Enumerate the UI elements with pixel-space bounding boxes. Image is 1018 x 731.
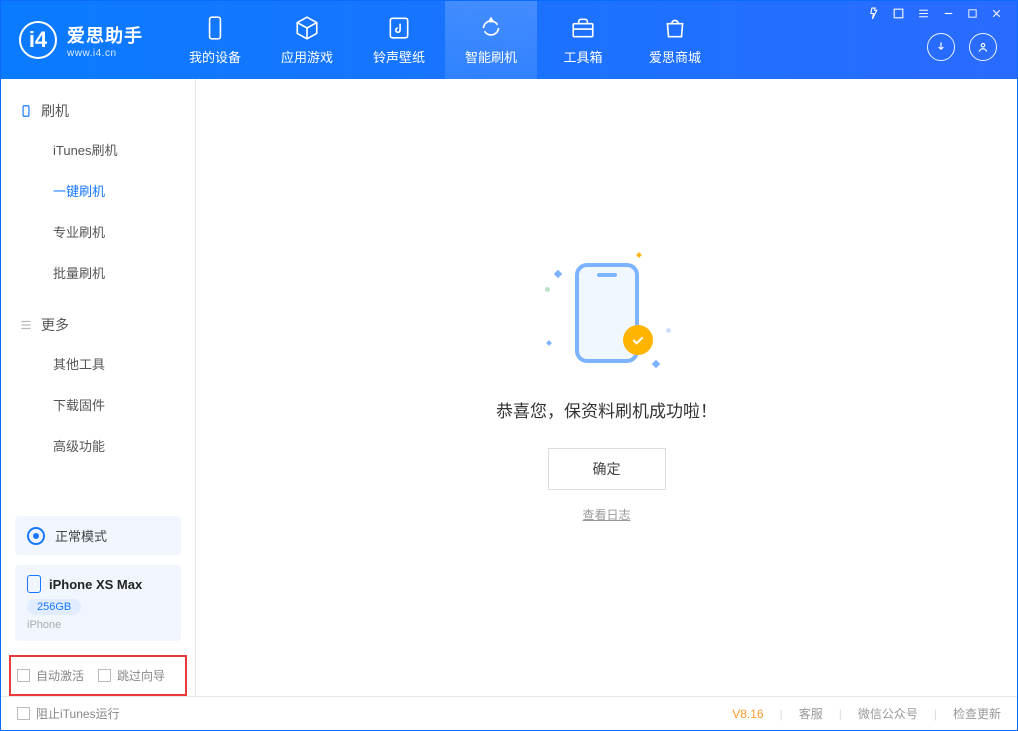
app-window: i4 爱思助手 www.i4.cn 我的设备 应用游戏 铃声壁纸 智能刷机 [0,0,1018,731]
download-button[interactable] [927,33,955,61]
section-title: 更多 [41,315,69,335]
checkbox-label: 跳过向导 [117,667,165,684]
sidebar-item-oneclick-flash[interactable]: 一键刷机 [1,170,195,211]
sidebar-section-flash: 刷机 [1,93,195,129]
sidebar-item-itunes-flash[interactable]: iTunes刷机 [1,129,195,170]
footer: 阻止iTunes运行 V8.16 | 客服 | 微信公众号 | 检查更新 [1,696,1017,730]
flash-options-highlight: 自动激活 跳过向导 [9,655,187,696]
header-right [863,1,1007,79]
sidebar-item-other-tools[interactable]: 其他工具 [1,343,195,384]
checkbox-block-itunes[interactable]: 阻止iTunes运行 [17,705,120,722]
section-title: 刷机 [41,101,69,121]
phone-icon [19,104,33,118]
mode-icon [27,527,45,545]
header: i4 爱思助手 www.i4.cn 我的设备 应用游戏 铃声壁纸 智能刷机 [1,1,1017,79]
sidebar-section-more: 更多 [1,307,195,343]
header-action-icons [927,33,1007,79]
logo-icon: i4 [19,21,57,59]
checkbox-skip-guide[interactable]: 跳过向导 [98,667,165,684]
bag-icon [662,15,688,41]
checkbox-label: 阻止iTunes运行 [36,705,120,722]
nav-my-device[interactable]: 我的设备 [169,1,261,79]
nav-flash[interactable]: 智能刷机 [445,1,537,79]
close-button[interactable] [990,7,1003,20]
success-message: 恭喜您，保资料刷机成功啦！ [496,397,717,422]
list-icon [19,318,33,332]
logo: i4 爱思助手 www.i4.cn [1,1,161,79]
device-mode-card[interactable]: 正常模式 [15,516,181,555]
toolbox-icon [570,15,596,41]
sidebar-item-pro-flash[interactable]: 专业刷机 [1,211,195,252]
music-icon [386,15,412,41]
refresh-icon [478,15,504,41]
top-nav: 我的设备 应用游戏 铃声壁纸 智能刷机 工具箱 爱思商城 [169,1,721,79]
support-link[interactable]: 客服 [799,705,823,722]
maximize-button[interactable] [967,7,978,20]
checkbox-label: 自动激活 [36,667,84,684]
sidebar-item-batch-flash[interactable]: 批量刷机 [1,252,195,293]
check-update-link[interactable]: 检查更新 [953,705,1001,722]
checkbox-icon [17,707,30,720]
window-controls [863,1,1007,26]
nav-label: 工具箱 [563,47,602,66]
device-name: iPhone XS Max [49,577,142,592]
wechat-link[interactable]: 微信公众号 [858,705,918,722]
checkbox-icon [17,669,30,682]
account-button[interactable] [969,33,997,61]
nav-apps[interactable]: 应用游戏 [261,1,353,79]
success-illustration [547,253,667,373]
sidebar-item-download-firmware[interactable]: 下载固件 [1,384,195,425]
device-type: iPhone [27,619,169,631]
checkmark-badge-icon [623,325,653,355]
nav-label: 爱思商城 [649,47,701,66]
device-card[interactable]: iPhone XS Max 256GB iPhone [15,565,181,641]
app-title: 爱思助手 [67,22,143,48]
main-content: 恭喜您，保资料刷机成功啦！ 确定 查看日志 [196,79,1017,696]
cube-icon [294,15,320,41]
ok-button[interactable]: 确定 [548,448,666,490]
nav-label: 应用游戏 [281,47,333,66]
device-icon [27,575,41,593]
nav-ringtones[interactable]: 铃声壁纸 [353,1,445,79]
checkbox-auto-activate[interactable]: 自动激活 [17,667,84,684]
skin-icon[interactable] [892,7,905,20]
device-icon [202,15,228,41]
app-url: www.i4.cn [67,48,143,59]
sidebar-item-advanced[interactable]: 高级功能 [1,425,195,466]
nav-label: 智能刷机 [465,47,517,66]
device-panel: 正常模式 iPhone XS Max 256GB iPhone [1,504,195,649]
mode-label: 正常模式 [55,526,107,545]
nav-store[interactable]: 爱思商城 [629,1,721,79]
checkbox-icon [98,669,111,682]
menu-icon[interactable] [917,7,930,20]
version-label: V8.16 [732,707,763,721]
nav-toolbox[interactable]: 工具箱 [537,1,629,79]
minimize-button[interactable] [942,7,955,20]
sidebar: 刷机 iTunes刷机 一键刷机 专业刷机 批量刷机 更多 其他工具 下载固件 … [1,79,196,696]
view-log-link[interactable]: 查看日志 [582,506,630,523]
feedback-icon[interactable] [867,7,880,20]
nav-label: 铃声壁纸 [373,47,425,66]
body: 刷机 iTunes刷机 一键刷机 专业刷机 批量刷机 更多 其他工具 下载固件 … [1,79,1017,696]
nav-label: 我的设备 [189,47,241,66]
device-storage: 256GB [27,599,81,615]
